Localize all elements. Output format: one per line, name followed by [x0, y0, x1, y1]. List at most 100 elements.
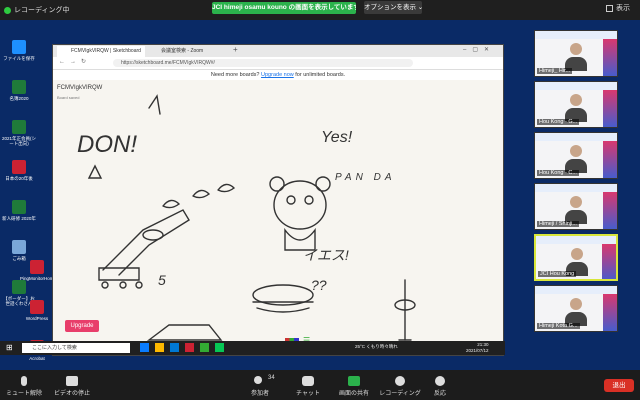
participant-name: Hou Kong - G...: [537, 119, 580, 125]
board-meta: Board saved: [57, 95, 80, 100]
participant-name: Himeji Kota G...: [537, 323, 580, 329]
tile-stripe: [602, 244, 616, 279]
participants-count: 34: [268, 375, 275, 381]
recording-indicator: レコーディング中: [4, 3, 70, 17]
sketch-wheel-1: [101, 281, 109, 289]
desktop-icon[interactable]: ファイルを保存: [2, 40, 36, 61]
desktop-icon[interactable]: 新人研修 2020年: [2, 200, 36, 221]
desktop-icon[interactable]: WordPress: [20, 300, 54, 321]
sketch-leaf-3: [217, 183, 236, 193]
share-label: 画面の共有: [338, 391, 369, 397]
sketch-panda-eye-l: [286, 195, 296, 205]
display-button[interactable]: 表示: [606, 3, 630, 13]
participant-tile[interactable]: Himeji_ Hir...: [534, 30, 618, 77]
reactions-button[interactable]: 反応: [416, 376, 464, 397]
desktop-file-icon: [30, 300, 44, 314]
weather-widget[interactable]: 25°C くもり時々晴れ: [355, 344, 398, 350]
share-screen-icon: [348, 376, 360, 386]
sketch-panda-ear-l: [269, 176, 285, 192]
board-title: FCMVIgkVIRQW: [57, 85, 103, 91]
desktop-file-icon: [12, 280, 26, 294]
desktop-icon-label: 新人研修 2020年: [2, 216, 36, 221]
sketch-mark: [148, 94, 161, 115]
windows-taskbar: ⊞ ここに入力して検索 25°C くもり時々晴れ 21:30 2021/07/1…: [0, 341, 505, 355]
excel-icon[interactable]: [200, 343, 209, 352]
clock-date: 2021/07/12: [466, 348, 489, 353]
share-screen-button[interactable]: 画面の共有: [330, 376, 378, 397]
desktop-file-icon: [30, 260, 44, 274]
sketch-crane-arm: [102, 209, 190, 276]
participants-button[interactable]: 34 参加者: [236, 375, 284, 397]
meeting-controls: ミュート解除 ビデオの停止 34 参加者 チャット 画面の共有 レコーディング …: [0, 370, 640, 400]
sketch-leaf-1: [162, 199, 181, 209]
tab-zoom[interactable]: 会議室検索 - Zoom: [147, 46, 229, 57]
mail-icon[interactable]: [170, 343, 179, 352]
desktop-icon[interactable]: PingMonitorHome: [20, 260, 56, 281]
desktop-icon[interactable]: 2021年正会員(シート出向): [2, 120, 36, 146]
chat-button[interactable]: チャット: [284, 376, 332, 397]
chat-label: チャット: [296, 391, 320, 397]
view-options-label: オプションを表示: [364, 4, 416, 11]
address-bar-row: ←→↻ https://sketchboard.me/FCMVIgkVIRQW#…: [53, 57, 503, 70]
nav-buttons[interactable]: ←→↻: [59, 58, 91, 65]
participant-tile[interactable]: Himeji / Shinji...: [534, 183, 618, 230]
leave-button[interactable]: 退出: [604, 379, 634, 392]
acrobat-icon[interactable]: [185, 343, 194, 352]
desktop-icon-label: 2021年正会員(シート出向): [2, 136, 37, 146]
desktop-icon[interactable]: 日本の20年後: [2, 160, 36, 181]
desktop-icon-column: ファイルを保存 名簿2020 2021年正会員(シート出向) 日本の20年後新人研修 …: [0, 40, 56, 361]
microphone-icon: [21, 376, 27, 386]
tile-stripe: [603, 90, 617, 127]
participant-name: JCI Hou Kong: [538, 271, 577, 277]
start-icon[interactable]: ⊞: [6, 343, 13, 352]
participant-name: Himeji / Shinji...: [537, 221, 579, 227]
tile-banner: [535, 184, 617, 192]
record-icon: [395, 376, 405, 386]
recording-dot-icon: [4, 6, 11, 14]
new-tab-button[interactable]: +: [233, 45, 238, 54]
promo-prefix: Need more boards?: [210, 72, 260, 78]
folder-icon[interactable]: [155, 343, 164, 352]
sketch-hat: [87, 164, 103, 179]
grid-icon: [606, 4, 613, 12]
taskbar-search-input[interactable]: ここに入力して検索: [22, 343, 130, 353]
sketch-text-yes: Yes!: [321, 129, 353, 146]
desktop-file-icon: [12, 120, 26, 134]
taskbar-clock[interactable]: 21:30 2021/07/12: [466, 342, 489, 354]
edge-icon[interactable]: [140, 343, 149, 352]
participant-tile[interactable]: Hou Kong - C...: [534, 132, 618, 179]
chat-icon: [302, 376, 314, 386]
taskbar-apps: [140, 343, 300, 353]
promo-banner: Need more boards? Upgrade now for unlimi…: [53, 70, 503, 80]
tile-stripe: [603, 39, 617, 76]
desktop-icon-label: WordPress: [25, 316, 49, 321]
video-button[interactable]: ビデオの停止: [48, 376, 96, 397]
desktop-icon[interactable]: ごみ箱: [2, 240, 36, 261]
participant-tile[interactable]: Hou Kong - G...: [534, 81, 618, 128]
video-label: ビデオの停止: [53, 391, 90, 397]
sketch-canvas[interactable]: DON! Yes! PAN DA イエス! 5 ?? FCMVIgkVIRQW …: [53, 80, 503, 355]
display-label: 表示: [616, 5, 630, 12]
view-options-button[interactable]: オプションを表示 ⌄: [364, 1, 423, 14]
upgrade-button[interactable]: Upgrade: [65, 320, 99, 332]
participant-tile[interactable]: Himeji Kota G...: [534, 285, 618, 332]
sketch-panda-ear-r: [315, 176, 331, 192]
tile-banner: [535, 286, 617, 294]
upgrade-now-link[interactable]: Upgrade now: [261, 72, 294, 78]
tile-stripe: [603, 294, 617, 331]
tab-sketchboard[interactable]: FCMVIgkVIRQW | Sketchboard: [57, 46, 145, 57]
url-field[interactable]: https://sketchboard.me/FCMVIgkVIRQW#/: [113, 59, 413, 67]
desktop-icon[interactable]: 名簿2020: [2, 80, 36, 101]
participant-tile[interactable]: JCI Hou Kong: [534, 234, 618, 281]
screen-share-banner: JCI himeji osamu kouno の画面を表示しています: [212, 2, 356, 14]
desktop-file-icon: [12, 160, 26, 174]
desktop-file-icon: [12, 40, 26, 54]
line-icon[interactable]: [215, 343, 224, 352]
mute-label: ミュート解除: [5, 391, 42, 397]
mute-button[interactable]: ミュート解除: [0, 376, 48, 397]
window-controls[interactable]: –▢✕: [463, 46, 495, 53]
desktop-file-icon: [12, 200, 26, 214]
emoji-icon: [435, 376, 445, 386]
sketch-text-five: 5: [158, 272, 166, 288]
react-label: 反応: [433, 391, 446, 397]
